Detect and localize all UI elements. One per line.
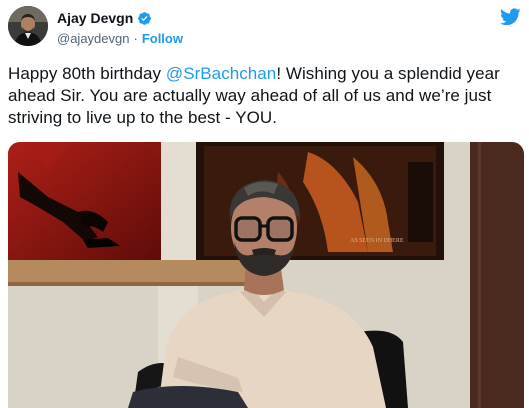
video-frame: AS SEEN IN DHERE xyxy=(8,142,524,408)
mention-link[interactable]: @SrBachchan xyxy=(166,64,276,83)
tweet-text: Happy 80th birthday @SrBachchan! Wishing… xyxy=(8,63,523,129)
twitter-bird-icon[interactable] xyxy=(500,8,521,26)
tweet-video-media[interactable]: AS SEEN IN DHERE xyxy=(8,142,524,408)
author-names: Ajay Devgn @ajaydevgn · Follow xyxy=(57,9,183,47)
verified-badge-icon xyxy=(138,11,152,25)
left-poster xyxy=(8,142,161,260)
separator-dot: · xyxy=(133,30,138,46)
author-handle[interactable]: @ajaydevgn xyxy=(57,31,129,46)
follow-button[interactable]: Follow xyxy=(142,31,183,46)
display-name-row: Ajay Devgn xyxy=(57,9,183,27)
tweet-text-start: Happy 80th birthday xyxy=(8,64,166,83)
avatar-photo xyxy=(8,6,48,46)
author-display-name[interactable]: Ajay Devgn xyxy=(57,10,133,26)
author-avatar[interactable] xyxy=(8,6,48,46)
tweet-card: Ajay Devgn @ajaydevgn · Follow Happy 80t… xyxy=(0,0,529,408)
tweet-header: Ajay Devgn @ajaydevgn · Follow xyxy=(8,6,521,52)
poster-caption: AS SEEN IN DHERE xyxy=(350,238,404,244)
handle-row: @ajaydevgn · Follow xyxy=(57,29,183,47)
